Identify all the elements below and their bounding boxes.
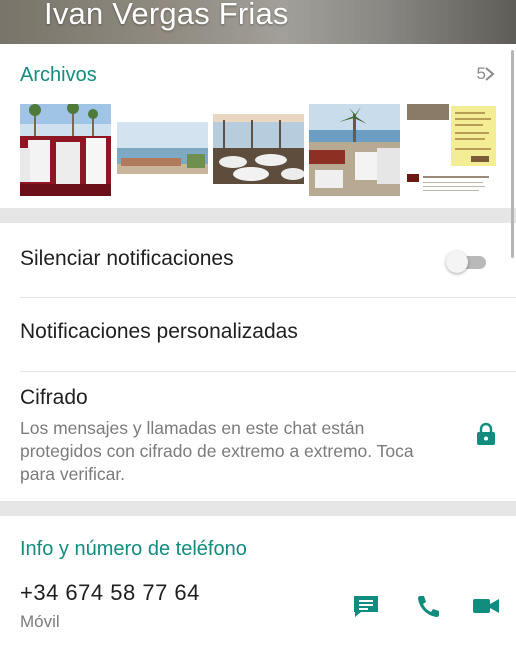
phone-number[interactable]: +34 674 58 77 64	[20, 580, 200, 606]
toggle-knob	[446, 251, 468, 273]
media-title[interactable]: Archivos	[20, 64, 97, 87]
info-title: Info y número de teléfono	[20, 538, 247, 560]
chevron-right-icon[interactable]	[483, 67, 496, 81]
restaurant-hall-photo	[213, 104, 304, 196]
beach-terrace-photo	[117, 104, 208, 196]
mute-notifications-toggle[interactable]	[446, 251, 488, 273]
phone-type: Móvil	[20, 612, 60, 631]
document-page-photo	[405, 104, 496, 196]
phone-icon[interactable]	[414, 594, 442, 618]
mute-notifications-label: Silenciar notificaciones	[20, 247, 234, 270]
message-icon[interactable]	[352, 594, 380, 618]
scrollbar[interactable]	[511, 50, 514, 258]
custom-notifications-label: Notificaciones personalizadas	[20, 320, 298, 343]
contact-header: Ivan Vergas Frias	[0, 0, 516, 44]
lock-icon[interactable]	[476, 422, 496, 446]
mute-notifications-row[interactable]: Silenciar notificaciones	[0, 223, 516, 297]
contact-name: Ivan Vergas Frias	[44, 0, 289, 31]
encryption-description: Los mensajes y llamadas en este chat est…	[20, 418, 414, 484]
media-thumbnail[interactable]	[309, 104, 400, 196]
video-icon[interactable]	[472, 594, 500, 618]
media-thumbnail[interactable]	[117, 104, 208, 196]
media-thumbnail[interactable]	[405, 104, 496, 196]
settings-card: Silenciar notificaciones Notificaciones …	[0, 223, 516, 501]
beach-banquet-photo	[20, 104, 111, 196]
media-thumbnail[interactable]	[20, 104, 111, 196]
custom-notifications-row[interactable]: Notificaciones personalizadas	[0, 298, 516, 371]
media-thumbnail[interactable]	[213, 104, 304, 196]
media-card: Archivos 5	[0, 44, 516, 208]
info-card: Info y número de teléfono +34 674 58 77 …	[0, 516, 516, 650]
palm-terrace-photo	[309, 104, 400, 196]
encryption-title: Cifrado	[20, 386, 88, 409]
